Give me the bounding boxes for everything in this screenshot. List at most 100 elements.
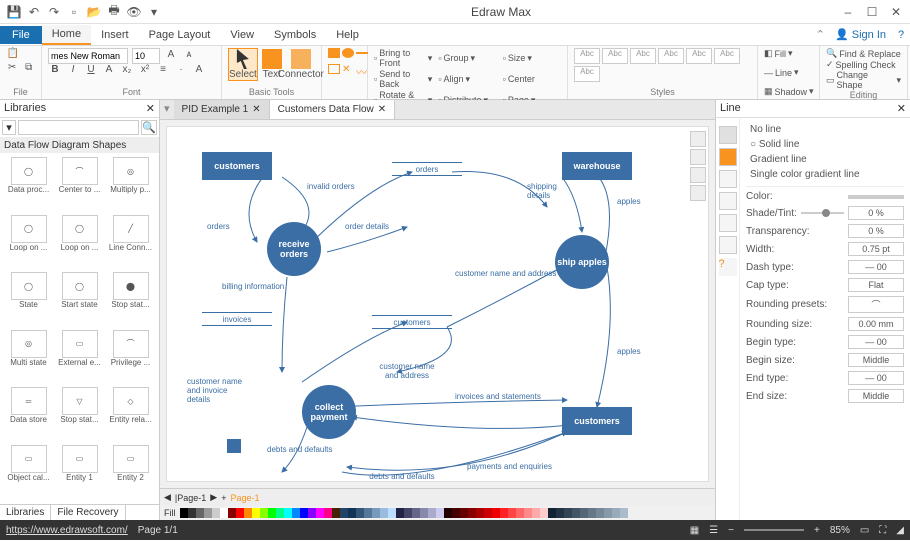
connector-tool[interactable]: Connector <box>286 49 316 80</box>
width-value[interactable]: 0.75 pt <box>848 242 904 256</box>
shape-stencil[interactable]: ▭Object cal... <box>4 445 53 501</box>
color-swatch[interactable] <box>388 508 396 518</box>
tab-help[interactable]: Help <box>326 26 369 44</box>
underline-button[interactable]: U <box>84 64 98 78</box>
color-swatch[interactable] <box>260 508 268 518</box>
zoom-slider[interactable] <box>744 529 804 531</box>
color-swatch[interactable] <box>396 508 404 518</box>
begin-size-value[interactable]: Middle <box>848 353 904 367</box>
zoom-in-icon[interactable]: + <box>814 525 820 536</box>
center-button[interactable]: ▫ Center <box>503 69 561 89</box>
shape-stencil[interactable]: ⌒Privilege ... <box>106 330 155 386</box>
shape-stencil[interactable]: ⬤Stop stat... <box>106 272 155 328</box>
color-swatch[interactable] <box>348 508 356 518</box>
datastore-customers[interactable]: customers <box>372 315 452 329</box>
color-swatch[interactable] <box>476 508 484 518</box>
entity-customers[interactable]: customers <box>202 152 272 180</box>
color-swatch[interactable] <box>540 508 548 518</box>
color-swatch[interactable] <box>492 508 500 518</box>
color-swatch[interactable] <box>548 508 556 518</box>
highlight-button[interactable]: A <box>192 64 206 78</box>
add-page-icon[interactable]: + <box>221 493 226 503</box>
tab-view[interactable]: View <box>220 26 264 44</box>
transparency-value[interactable]: 0 % <box>848 224 904 238</box>
shape-stencil[interactable]: ◇Entity rela... <box>106 387 155 443</box>
color-swatch[interactable] <box>196 508 204 518</box>
grow-font-icon[interactable]: A <box>164 49 178 63</box>
cap-value[interactable]: Flat <box>848 278 904 292</box>
datastore-orders[interactable]: orders <box>392 162 462 176</box>
entity-small[interactable] <box>227 439 241 453</box>
color-swatch[interactable] <box>412 508 420 518</box>
color-swatch[interactable] <box>620 508 628 518</box>
subscript-button[interactable]: x₂ <box>120 64 134 78</box>
redo-icon[interactable]: ↷ <box>46 4 62 20</box>
spelling-check-button[interactable]: ✓ Spelling Check <box>826 59 901 70</box>
color-swatch[interactable] <box>604 508 612 518</box>
status-url[interactable]: https://www.edrawsoft.com/ <box>6 525 128 536</box>
shape-stencil[interactable]: ═Data store <box>4 387 53 443</box>
minimize-button[interactable]: – <box>840 5 856 19</box>
shape-stencil[interactable]: ◎Multi state <box>4 330 53 386</box>
dash-value[interactable]: — 00 <box>848 260 904 274</box>
shrink-font-icon[interactable]: ᴀ <box>182 49 196 63</box>
shade-value[interactable]: 0 % <box>848 206 904 220</box>
color-swatch[interactable] <box>188 508 196 518</box>
print-icon[interactable]: 🖶 <box>106 4 122 20</box>
qat-dropdown-icon[interactable]: ▾ <box>146 4 162 20</box>
layout-tab-icon[interactable] <box>719 214 737 232</box>
shape-stencil[interactable]: ◯Data proc... <box>4 157 53 213</box>
shape-stencil[interactable]: ◎Multiply p... <box>106 157 155 213</box>
shape-stencil[interactable]: ◯Start state <box>55 272 104 328</box>
color-swatch[interactable] <box>444 508 452 518</box>
help-tab-icon[interactable]: ? <box>719 258 737 276</box>
shape-stencil[interactable]: ◯Loop on ... <box>55 215 104 271</box>
color-swatch[interactable] <box>292 508 300 518</box>
color-swatch[interactable] <box>532 508 540 518</box>
file-recovery-tab[interactable]: File Recovery <box>51 505 125 520</box>
save-icon[interactable]: 💾 <box>6 4 22 20</box>
color-swatch[interactable] <box>212 508 220 518</box>
open-icon[interactable]: 📂 <box>86 4 102 20</box>
shape-stencil[interactable]: ◯Loop on ... <box>4 215 53 271</box>
shadow-button[interactable]: ▦ Shadow ▾ <box>764 86 813 97</box>
preview-icon[interactable]: 👁 <box>126 4 142 20</box>
send-to-back-button[interactable]: ▫ Send to Back ▾ <box>374 69 432 89</box>
color-swatch[interactable] <box>180 508 188 518</box>
color-swatch[interactable] <box>340 508 348 518</box>
page-tab-icon[interactable] <box>719 236 737 254</box>
view-mode-icon[interactable]: ☰ <box>709 525 718 536</box>
color-swatch[interactable] <box>316 508 324 518</box>
color-swatch[interactable] <box>372 508 380 518</box>
fit-tool-icon[interactable] <box>690 167 706 183</box>
shape-rect-icon[interactable] <box>328 48 340 58</box>
change-shape-button[interactable]: ▭ Change Shape ▾ <box>826 70 901 90</box>
line-type-solid[interactable]: ○ Solid line <box>746 137 904 152</box>
rounding-size-value[interactable]: 0.00 mm <box>848 317 904 331</box>
cut-icon[interactable]: ✂ <box>6 62 19 76</box>
line-type-none[interactable]: No line <box>746 122 904 137</box>
font-color-button[interactable]: A <box>102 64 116 78</box>
entity-warehouse[interactable]: warehouse <box>562 152 632 180</box>
zoom-out-icon[interactable]: − <box>728 525 734 536</box>
font-name-combo[interactable] <box>48 48 128 64</box>
color-swatch[interactable] <box>324 508 332 518</box>
close-panel-icon[interactable]: ✕ <box>897 102 906 115</box>
color-swatch[interactable] <box>452 508 460 518</box>
library-section-title[interactable]: Data Flow Diagram Shapes <box>0 138 159 153</box>
collapse-ribbon-icon[interactable]: ⌃ <box>812 28 829 41</box>
superscript-button[interactable]: x² <box>138 64 152 78</box>
color-swatch[interactable] <box>276 508 284 518</box>
color-swatch[interactable] <box>468 508 476 518</box>
shape-star-icon[interactable]: ✕ <box>342 64 354 74</box>
line-type-gradient[interactable]: Gradient line <box>746 152 904 167</box>
process-receive-orders[interactable]: receive orders <box>267 222 321 276</box>
tab-home[interactable]: Home <box>42 25 91 45</box>
tab-list-icon[interactable]: ▾ <box>160 100 174 119</box>
color-picker[interactable] <box>848 195 904 199</box>
file-menu[interactable]: File <box>0 26 42 44</box>
group-button[interactable]: ▫ Group ▾ <box>438 48 496 68</box>
end-size-value[interactable]: Middle <box>848 389 904 403</box>
close-tab-icon[interactable]: ✕ <box>252 104 260 115</box>
library-dropdown-icon[interactable]: ▾ <box>2 120 16 135</box>
